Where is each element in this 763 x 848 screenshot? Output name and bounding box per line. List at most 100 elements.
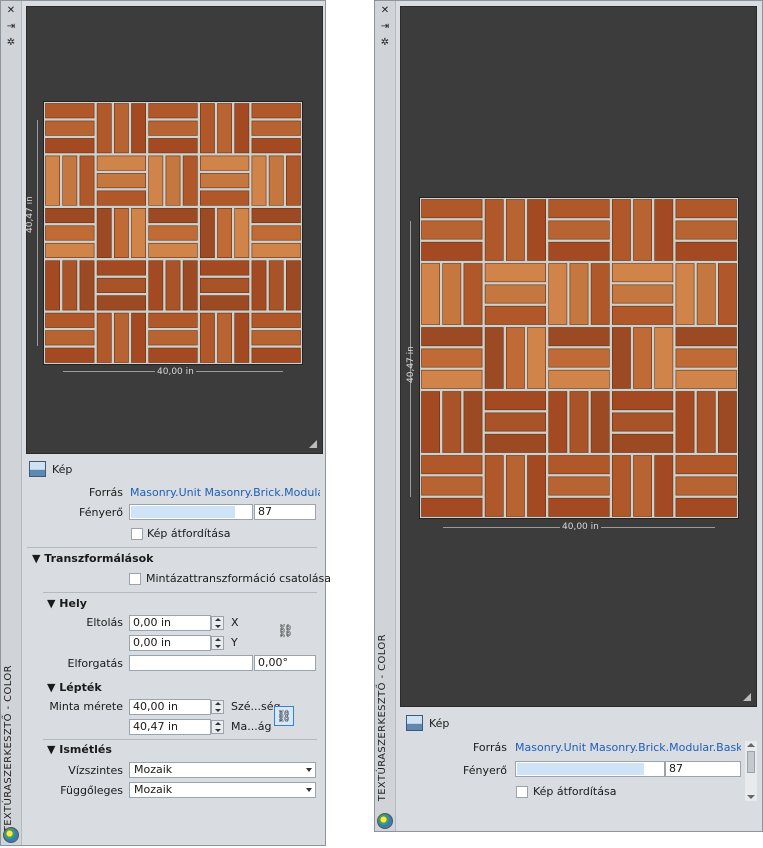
brick bbox=[527, 199, 547, 261]
brick bbox=[148, 155, 164, 206]
link-chain-icon[interactable]: ⛓ bbox=[277, 624, 294, 639]
sample-height-spinner[interactable] bbox=[211, 720, 224, 734]
brick bbox=[675, 476, 737, 496]
brick bbox=[251, 260, 267, 311]
palette-icon bbox=[3, 827, 19, 843]
scrollbar-thumb[interactable] bbox=[747, 751, 755, 773]
brick bbox=[527, 327, 547, 389]
brick bbox=[590, 263, 610, 325]
rotation-slider[interactable] bbox=[129, 655, 253, 671]
brick-pattern bbox=[44, 102, 302, 364]
brick bbox=[717, 391, 737, 453]
transforms-section-header[interactable]: ▼ Transzformálások bbox=[32, 552, 154, 565]
invert-image-checkbox[interactable] bbox=[131, 528, 143, 540]
palette-title: TEXTÚRASZERKESZTŐ - COLOR bbox=[377, 634, 388, 802]
close-icon[interactable]: ✕ bbox=[378, 5, 392, 16]
sample-height-input[interactable]: 40,47 in bbox=[129, 719, 211, 735]
brick bbox=[527, 455, 547, 517]
brick bbox=[484, 327, 504, 389]
source-link[interactable]: Masonry.Unit Masonry.Brick.Modular.Bask bbox=[515, 741, 741, 754]
brick-texture-image bbox=[43, 101, 303, 365]
brick bbox=[45, 155, 60, 206]
brick bbox=[200, 190, 250, 206]
brick bbox=[421, 497, 483, 517]
brick bbox=[421, 391, 441, 453]
brick bbox=[45, 208, 95, 224]
link-aspect-button[interactable]: ⛓ bbox=[274, 706, 294, 726]
brick bbox=[506, 199, 525, 261]
brick bbox=[569, 391, 589, 453]
horizontal-repeat-select[interactable]: Mozaik bbox=[129, 762, 316, 778]
brick bbox=[200, 173, 250, 189]
gear-icon[interactable]: ✲ bbox=[378, 37, 392, 48]
brick bbox=[421, 220, 483, 240]
autohide-icon[interactable]: ⇥ bbox=[4, 21, 18, 32]
brick bbox=[62, 155, 78, 206]
brick bbox=[165, 155, 181, 206]
sample-width-input[interactable]: 40,00 in bbox=[129, 699, 211, 715]
source-link[interactable]: Masonry.Unit Masonry.Brick.Modular. bbox=[130, 486, 320, 499]
vertical-repeat-label: Függőleges bbox=[60, 784, 123, 797]
brick bbox=[182, 260, 198, 311]
offset-y-input[interactable]: 0,00 in bbox=[129, 635, 211, 651]
scroll-up-icon[interactable] bbox=[747, 743, 755, 747]
scale-section-header[interactable]: ▼ Lépték bbox=[47, 681, 102, 694]
brightness-slider[interactable] bbox=[129, 504, 253, 520]
brightness-input[interactable]: 87 bbox=[665, 761, 741, 777]
scale-header-label: Lépték bbox=[59, 681, 102, 694]
resize-grip[interactable] bbox=[743, 693, 751, 701]
repeat-header-label: Ismétlés bbox=[59, 743, 112, 756]
brick bbox=[421, 327, 483, 347]
brick bbox=[421, 199, 483, 219]
close-icon[interactable]: ✕ bbox=[4, 5, 18, 16]
texture-editor-palette: ✕ ⇥ ✲ TEXTÚRASZERKESZTŐ - COLOR 40,47 in… bbox=[0, 0, 331, 846]
brick bbox=[612, 284, 674, 304]
brick bbox=[200, 312, 215, 363]
brick bbox=[442, 391, 462, 453]
texture-preview: 40,47 in 40,00 in bbox=[400, 6, 757, 707]
repeat-section-header[interactable]: ▼ Ismétlés bbox=[47, 743, 112, 756]
scroll-down-icon[interactable] bbox=[747, 795, 755, 799]
brick bbox=[548, 391, 568, 453]
brick bbox=[484, 391, 546, 411]
brick bbox=[590, 391, 610, 453]
brick bbox=[548, 455, 610, 475]
scrollbar[interactable] bbox=[745, 741, 757, 801]
brick bbox=[675, 241, 737, 261]
brick bbox=[654, 199, 674, 261]
brick bbox=[612, 455, 631, 517]
offset-x-input[interactable]: 0,00 in bbox=[129, 615, 211, 631]
brick bbox=[421, 476, 483, 496]
brick bbox=[96, 103, 112, 154]
position-section-header[interactable]: ▼ Hely bbox=[47, 597, 87, 610]
brick bbox=[484, 199, 504, 261]
brick bbox=[148, 138, 198, 154]
link-transforms-checkbox[interactable] bbox=[129, 573, 141, 585]
sample-width-spinner[interactable] bbox=[211, 700, 224, 714]
brick bbox=[148, 103, 198, 119]
height-dimension-label: 40,47 in bbox=[406, 346, 416, 383]
brightness-input[interactable]: 87 bbox=[254, 504, 316, 520]
vertical-repeat-select[interactable]: Mozaik bbox=[129, 782, 316, 798]
offset-x-spinner[interactable] bbox=[211, 616, 224, 630]
offset-y-spinner[interactable] bbox=[211, 636, 224, 650]
brick bbox=[200, 103, 215, 154]
autohide-icon[interactable]: ⇥ bbox=[378, 21, 392, 32]
palette-titlebar: ✕ ⇥ ✲ TEXTÚRASZERKESZTŐ - COLOR bbox=[1, 1, 22, 845]
brick bbox=[217, 103, 232, 154]
brick bbox=[675, 220, 737, 240]
brick bbox=[114, 312, 129, 363]
invert-image-checkbox[interactable] bbox=[516, 786, 528, 798]
brick bbox=[131, 208, 146, 259]
brick bbox=[148, 208, 198, 224]
brick-pattern bbox=[420, 198, 738, 518]
brick bbox=[463, 263, 483, 325]
rotation-input[interactable]: 0,00° bbox=[254, 655, 316, 671]
brick bbox=[148, 120, 198, 136]
brick bbox=[484, 433, 546, 453]
gear-icon[interactable]: ✲ bbox=[4, 37, 18, 48]
brick bbox=[251, 242, 301, 259]
brightness-slider[interactable] bbox=[515, 761, 665, 777]
resize-grip[interactable] bbox=[309, 440, 317, 448]
brick bbox=[675, 348, 737, 368]
